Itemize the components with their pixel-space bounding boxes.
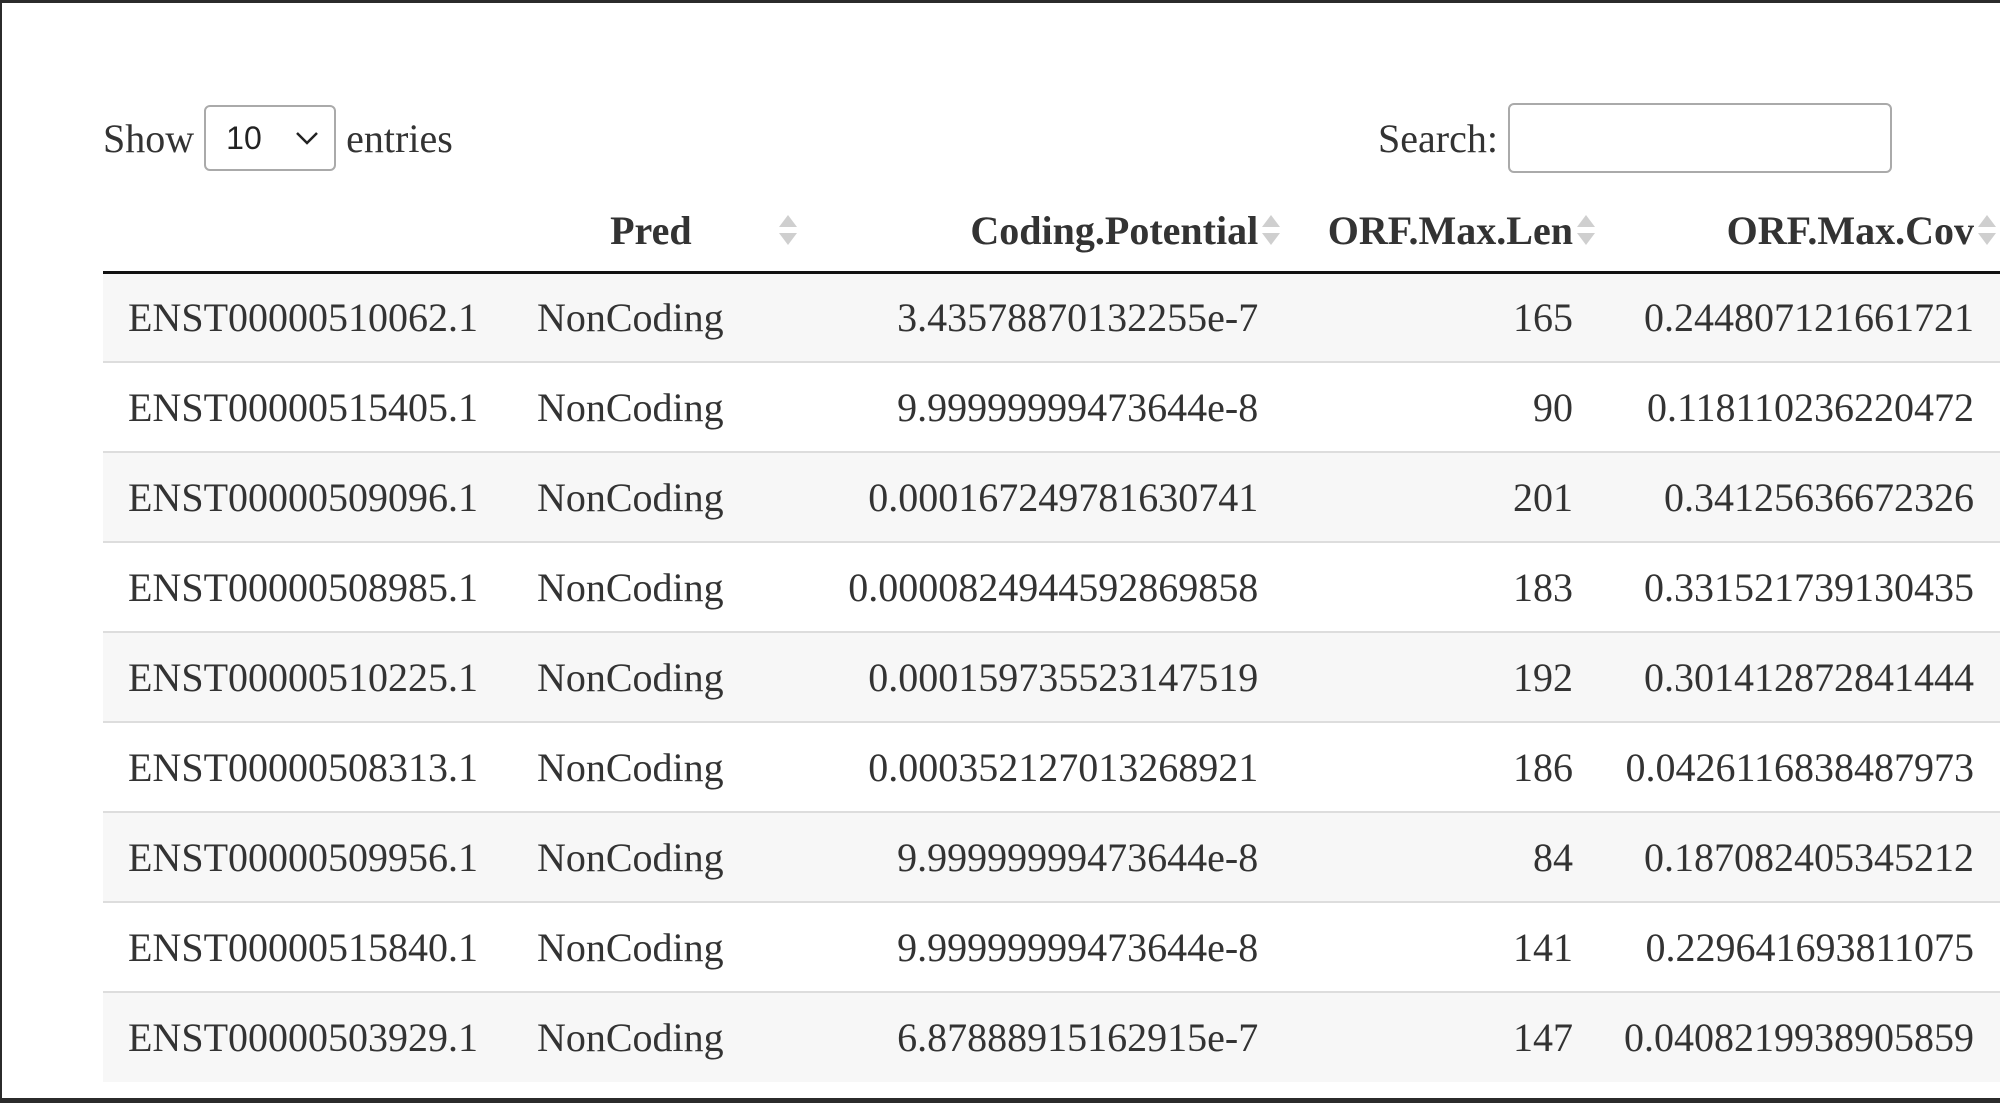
table-row: ENST00000509096.1 NonCoding 0.0001672497… <box>103 451 2000 542</box>
column-header-coding-potential[interactable]: Coding.Potential <box>800 190 1285 274</box>
chevron-down-icon <box>296 132 319 145</box>
cell-transcript-id: ENST00000509956.1 <box>103 811 507 902</box>
cell-coding-potential: 9.99999999473644e-8 <box>800 361 1285 452</box>
cell-orf-max-len: 201 <box>1284 451 1599 542</box>
cell-orf-max-len: 183 <box>1284 541 1599 632</box>
column-header-rowname <box>103 190 507 274</box>
cell-pred: NonCoding <box>506 901 801 992</box>
table-row: ENST00000508313.1 NonCoding 0.0003521270… <box>103 721 2000 812</box>
table-row: ENST00000508985.1 NonCoding 0.0000824944… <box>103 541 2000 632</box>
cell-orf-max-len: 165 <box>1284 272 1599 362</box>
table-row: ENST00000503929.1 NonCoding 6.8788891516… <box>103 991 2000 1082</box>
column-header-orf-max-len[interactable]: ORF.Max.Len <box>1284 190 1599 274</box>
column-header-orf-max-cov[interactable]: ORF.Max.Cov <box>1598 190 2000 274</box>
sort-both-icon <box>1576 215 1595 246</box>
sort-both-icon <box>1978 215 1996 246</box>
cell-pred: NonCoding <box>506 631 801 722</box>
search-input[interactable] <box>1507 103 1892 173</box>
search-label: Search: <box>1378 115 1498 161</box>
cell-transcript-id: ENST00000515840.1 <box>103 901 507 992</box>
table-row: ENST00000509956.1 NonCoding 9.9999999947… <box>103 811 2000 902</box>
cell-transcript-id: ENST00000510062.1 <box>103 272 507 362</box>
column-header-label: ORF.Max.Cov <box>1726 207 1974 253</box>
cell-pred: NonCoding <box>506 541 801 632</box>
cell-pred: NonCoding <box>506 361 801 452</box>
cell-transcript-id: ENST00000515405.1 <box>103 361 507 452</box>
cell-transcript-id: ENST00000508985.1 <box>103 541 507 632</box>
cell-coding-potential: 0.000352127013268921 <box>800 721 1285 812</box>
cell-orf-max-len: 192 <box>1284 631 1599 722</box>
cell-orf-max-len: 147 <box>1284 991 1599 1082</box>
cell-orf-max-cov: 0.187082405345212 <box>1598 811 2000 902</box>
cell-orf-max-len: 90 <box>1284 361 1599 452</box>
cell-coding-potential: 0.000159735523147519 <box>800 631 1285 722</box>
header-row: Pred Coding.Potential ORF.Max.Len ORF.Ma… <box>103 190 2000 274</box>
entries-length-select[interactable]: 10 <box>204 105 337 171</box>
cell-orf-max-cov: 0.229641693811075 <box>1598 901 2000 992</box>
cell-coding-potential: 9.99999999473644e-8 <box>800 901 1285 992</box>
cell-orf-max-cov: 0.0426116838487973 <box>1598 721 2000 812</box>
cell-orf-max-len: 84 <box>1284 811 1599 902</box>
cell-pred: NonCoding <box>506 811 801 902</box>
cell-pred: NonCoding <box>506 721 801 812</box>
cell-orf-max-cov: 0.0408219938905859 <box>1598 991 2000 1082</box>
cell-transcript-id: ENST00000509096.1 <box>103 451 507 542</box>
data-table: Pred Coding.Potential ORF.Max.Len ORF.Ma… <box>103 190 2000 1082</box>
table-row: ENST00000515405.1 NonCoding 9.9999999947… <box>103 361 2000 452</box>
entries-length-value: 10 <box>226 119 262 156</box>
cell-coding-potential: 6.87888915162915e-7 <box>800 991 1285 1082</box>
column-header-label: Pred <box>610 207 692 253</box>
sort-both-icon <box>1262 215 1281 246</box>
cell-pred: NonCoding <box>506 991 801 1082</box>
search-control: Search: <box>1378 103 1892 173</box>
cell-transcript-id: ENST00000510225.1 <box>103 631 507 722</box>
length-control: Show 10 entries <box>103 103 453 173</box>
cell-transcript-id: ENST00000503929.1 <box>103 991 507 1082</box>
cell-coding-potential: 0.0000824944592869858 <box>800 541 1285 632</box>
cell-pred: NonCoding <box>506 272 801 362</box>
cell-coding-potential: 3.43578870132255e-7 <box>800 272 1285 362</box>
table-row: ENST00000510062.1 NonCoding 3.4357887013… <box>103 272 2000 362</box>
column-header-label: Coding.Potential <box>970 207 1259 253</box>
cell-orf-max-cov: 0.331521739130435 <box>1598 541 2000 632</box>
cell-coding-potential: 9.99999999473644e-8 <box>800 811 1285 902</box>
cell-orf-max-cov: 0.118110236220472 <box>1598 361 2000 452</box>
cell-coding-potential: 0.000167249781630741 <box>800 451 1285 542</box>
cell-orf-max-len: 141 <box>1284 901 1599 992</box>
table-row: ENST00000515840.1 NonCoding 9.9999999947… <box>103 901 2000 992</box>
column-header-pred[interactable]: Pred <box>506 190 801 274</box>
sort-both-icon <box>778 215 797 246</box>
cell-transcript-id: ENST00000508313.1 <box>103 721 507 812</box>
cell-pred: NonCoding <box>506 451 801 542</box>
column-header-label: ORF.Max.Len <box>1327 207 1573 253</box>
entries-label: entries <box>346 115 453 161</box>
cell-orf-max-cov: 0.301412872841444 <box>1598 631 2000 722</box>
cell-orf-max-len: 186 <box>1284 721 1599 812</box>
table-row: ENST00000510225.1 NonCoding 0.0001597355… <box>103 631 2000 722</box>
cell-orf-max-cov: 0.34125636672326 <box>1598 451 2000 542</box>
show-label: Show <box>103 115 195 161</box>
cell-orf-max-cov: 0.244807121661721 <box>1598 272 2000 362</box>
